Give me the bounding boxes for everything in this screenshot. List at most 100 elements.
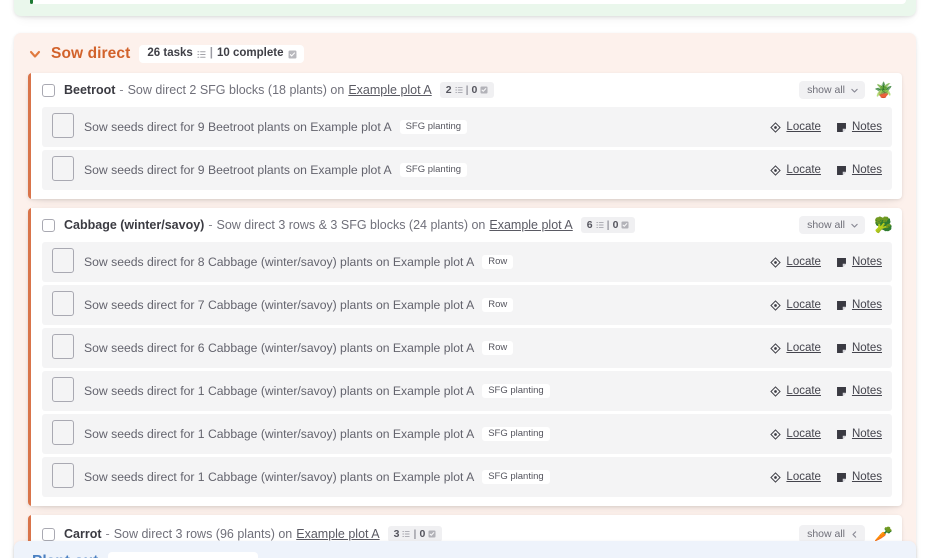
notes-label: Notes: [851, 121, 882, 133]
task-checkbox[interactable]: [52, 291, 74, 316]
list-icon: [595, 221, 604, 229]
locate-icon: [770, 471, 782, 483]
notes-button[interactable]: Notes: [836, 385, 882, 397]
show-all-label: show all: [807, 528, 845, 540]
task-checkbox[interactable]: [52, 463, 74, 488]
group-plot-link[interactable]: Example plot A: [489, 218, 572, 232]
checkbox-filled-icon: [480, 86, 488, 94]
notes-label: Notes: [851, 342, 882, 354]
task-checkbox[interactable]: [52, 156, 74, 181]
checkbox-filled-icon: [428, 530, 436, 538]
next-section-title: Plant out: [32, 553, 98, 558]
task-actions: Locate Notes: [770, 385, 882, 397]
group-done-count: 0: [471, 83, 478, 96]
note-icon: [836, 122, 847, 133]
locate-button[interactable]: Locate: [770, 385, 821, 397]
task-text: Sow seeds direct for 9 Beetroot plants o…: [84, 120, 392, 134]
show-all-toggle[interactable]: show all: [799, 81, 865, 99]
task-list: Sow seeds direct for 9 Beetroot plants o…: [28, 107, 902, 199]
group-count-badge: 2 | 0: [439, 81, 495, 99]
task-text: Sow seeds direct for 8 Cabbage (winter/s…: [84, 255, 475, 269]
list-icon: [197, 50, 206, 59]
locate-icon: [770, 164, 782, 176]
locate-icon: [770, 385, 782, 397]
task-row: Sow seeds direct for 1 Cabbage (winter/s…: [42, 457, 892, 497]
group-plot-link[interactable]: Example plot A: [296, 527, 379, 541]
chevron-down-icon[interactable]: [28, 47, 42, 61]
group-dash: -: [208, 218, 213, 232]
group-checkbox[interactable]: [42, 527, 55, 541]
locate-button[interactable]: Locate: [770, 256, 821, 268]
notes-button[interactable]: Notes: [836, 256, 882, 268]
locate-label: Locate: [786, 121, 821, 133]
note-icon: [836, 429, 847, 440]
locate-label: Locate: [786, 385, 821, 397]
show-all-label: show all: [807, 219, 845, 231]
group-done-count: 0: [419, 527, 426, 540]
task-row: Sow seeds direct for 1 Cabbage (winter/s…: [42, 371, 892, 411]
section-header[interactable]: Sow direct 26 tasks | 10 complete: [14, 33, 916, 73]
group-header: Cabbage (winter/savoy) - Sow direct 3 ro…: [28, 208, 902, 242]
locate-button[interactable]: Locate: [770, 121, 821, 133]
task-checkbox[interactable]: [52, 113, 74, 138]
note-icon: [836, 343, 847, 354]
notes-label: Notes: [851, 256, 882, 268]
locate-icon: [770, 342, 782, 354]
locate-button[interactable]: Locate: [770, 428, 821, 440]
notes-button[interactable]: Notes: [836, 428, 882, 440]
notes-button[interactable]: Notes: [836, 121, 882, 133]
task-actions: Locate Notes: [770, 342, 882, 354]
group-plant-name: Carrot: [64, 527, 102, 541]
notes-button[interactable]: Notes: [836, 342, 882, 354]
group-header: Beetroot - Sow direct 2 SFG blocks (18 p…: [28, 73, 902, 107]
task-checkbox[interactable]: [52, 248, 74, 273]
group-plant-name: Cabbage (winter/savoy): [64, 218, 205, 232]
chevron-down-icon[interactable]: [850, 86, 859, 95]
group-checkbox[interactable]: [42, 218, 55, 232]
group-checkbox[interactable]: [42, 83, 55, 97]
task-row: Sow seeds direct for 7 Cabbage (winter/s…: [42, 285, 892, 325]
notes-label: Notes: [851, 299, 882, 311]
group-count-badge: 6 | 0: [580, 216, 636, 234]
show-all-label: show all: [807, 84, 845, 96]
group-task-count: 2: [445, 83, 452, 96]
task-row: Sow seeds direct for 6 Cabbage (winter/s…: [42, 328, 892, 368]
task-checkbox[interactable]: [52, 420, 74, 445]
locate-button[interactable]: Locate: [770, 164, 821, 176]
group-accent-bar: [28, 73, 31, 199]
task-actions: Locate Notes: [770, 299, 882, 311]
task-tag: SFG planting: [399, 119, 468, 135]
task-list: Sow seeds direct for 8 Cabbage (winter/s…: [28, 242, 902, 506]
group-plot-link[interactable]: Example plot A: [348, 83, 431, 97]
badge-separator: |: [413, 527, 417, 540]
locate-button[interactable]: Locate: [770, 299, 821, 311]
task-actions: Locate Notes: [770, 164, 882, 176]
task-checkbox[interactable]: [52, 334, 74, 359]
next-section-header[interactable]: Plant out: [14, 541, 916, 558]
notes-button[interactable]: Notes: [836, 164, 882, 176]
section-title: Sow direct: [51, 45, 131, 62]
section-complete-count: 10 complete: [217, 47, 284, 60]
group-header-actions: show all 🪴: [799, 81, 893, 99]
chevron-down-icon[interactable]: [850, 221, 859, 230]
task-actions: Locate Notes: [770, 256, 882, 268]
group-task-count: 6: [586, 218, 593, 231]
task-checkbox[interactable]: [52, 377, 74, 402]
chevron-left-icon[interactable]: [850, 530, 859, 539]
show-all-toggle[interactable]: show all: [799, 216, 865, 234]
notes-button[interactable]: Notes: [836, 299, 882, 311]
group-description: Sow direct 2 SFG blocks (18 plants) on: [127, 83, 345, 97]
locate-button[interactable]: Locate: [770, 471, 821, 483]
locate-label: Locate: [786, 256, 821, 268]
locate-button[interactable]: Locate: [770, 342, 821, 354]
notes-button[interactable]: Notes: [836, 471, 882, 483]
task-row: Sow seeds direct for 9 Beetroot plants o…: [42, 107, 892, 147]
task-tag: Row: [482, 340, 514, 356]
group-card: Cabbage (winter/savoy) - Sow direct 3 ro…: [28, 208, 902, 506]
next-section-card: Plant out: [14, 541, 916, 558]
locate-icon: [770, 121, 782, 133]
list-icon: [454, 86, 463, 94]
task-row: Sow seeds direct for 8 Cabbage (winter/s…: [42, 242, 892, 282]
notes-label: Notes: [851, 428, 882, 440]
note-icon: [836, 472, 847, 483]
